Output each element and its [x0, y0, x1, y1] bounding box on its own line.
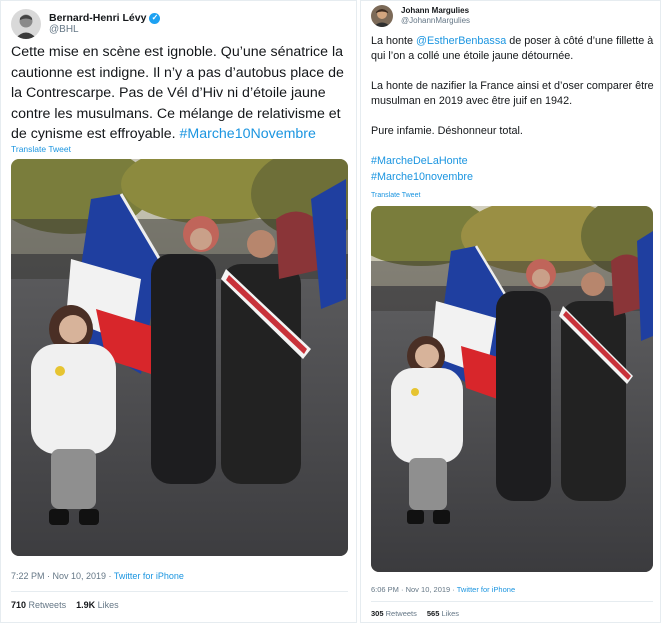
mention-link[interactable]: @EstherBenbassa	[416, 35, 506, 47]
divider	[11, 591, 348, 592]
retweets-stat[interactable]: 305 Retweets	[371, 609, 417, 618]
tweet-photo[interactable]	[11, 159, 348, 556]
tweet-stats: 305 Retweets 565 Likes	[371, 609, 459, 618]
likes-count: 1.9K	[76, 600, 96, 610]
tweet-source-link[interactable]: Twitter for iPhone	[114, 571, 184, 581]
likes-stat[interactable]: 565 Likes	[427, 609, 459, 618]
tweet-stats: 710 Retweets 1.9K Likes	[11, 600, 119, 610]
likes-stat[interactable]: 1.9K Likes	[76, 600, 119, 610]
retweets-label: Retweets	[28, 600, 67, 610]
tweet-meta: 7:22 PM · Nov 10, 2019 · Twitter for iPh…	[11, 571, 184, 581]
retweets-label: Retweets	[385, 609, 417, 618]
tweet-photo[interactable]	[371, 206, 653, 572]
tweet-meta: 6:06 PM · Nov 10, 2019 · Twitter for iPh…	[371, 585, 515, 594]
avatar[interactable]	[11, 9, 41, 39]
tweet-text: Cette mise en scène est ignoble. Qu’une …	[11, 42, 351, 145]
hashtag-link[interactable]: #Marche10novembre	[371, 170, 656, 185]
divider	[371, 601, 653, 602]
hashtag-link[interactable]: #Marche10Novembre	[180, 126, 316, 142]
author-handle[interactable]: @JohannMargulies	[401, 16, 470, 26]
tweet-timestamp[interactable]: 7:22 PM · Nov 10, 2019 ·	[11, 571, 114, 581]
retweets-stat[interactable]: 710 Retweets	[11, 600, 66, 610]
tweet-paragraph-3: Pure infamie. Déshonneur total.	[371, 125, 523, 138]
para1-prefix: La honte	[371, 35, 417, 47]
translate-tweet-link[interactable]: Translate Tweet	[371, 192, 420, 199]
tweet-card-margulies: Johann Margulies @JohannMargulies La hon…	[360, 0, 661, 623]
tweet-timestamp[interactable]: 6:06 PM · Nov 10, 2019 ·	[371, 585, 457, 594]
tweet-source-link[interactable]: Twitter for iPhone	[457, 585, 515, 594]
tweet-author[interactable]: Johann Margulies @JohannMargulies	[371, 5, 470, 27]
likes-label: Likes	[441, 609, 459, 618]
retweets-count: 305	[371, 609, 384, 618]
tweet-author[interactable]: Bernard-Henri Lévy ✓ @BHL	[11, 9, 161, 39]
tweet-card-bhl: Bernard-Henri Lévy ✓ @BHL Cette mise en …	[0, 0, 357, 623]
author-display-name[interactable]: Johann Margulies	[401, 6, 470, 16]
avatar[interactable]	[371, 5, 393, 27]
retweets-count: 710	[11, 600, 27, 610]
verified-badge-icon: ✓	[149, 12, 161, 24]
author-display-name[interactable]: Bernard-Henri Lévy	[49, 12, 146, 25]
likes-count: 565	[426, 609, 440, 618]
tweet-paragraph-2: La honte de nazifier la France ainsi et …	[371, 80, 654, 108]
tweet-text: La honte @EstherBenbassa de poser à côté…	[371, 34, 656, 185]
tweet-paragraph-1: La honte @EstherBenbassa de poser à côté…	[371, 34, 656, 64]
translate-tweet-link[interactable]: Translate Tweet	[11, 144, 71, 154]
author-handle[interactable]: @BHL	[49, 24, 160, 36]
likes-label: Likes	[97, 600, 119, 610]
hashtag-link[interactable]: #MarcheDeLaHonte	[371, 154, 656, 169]
